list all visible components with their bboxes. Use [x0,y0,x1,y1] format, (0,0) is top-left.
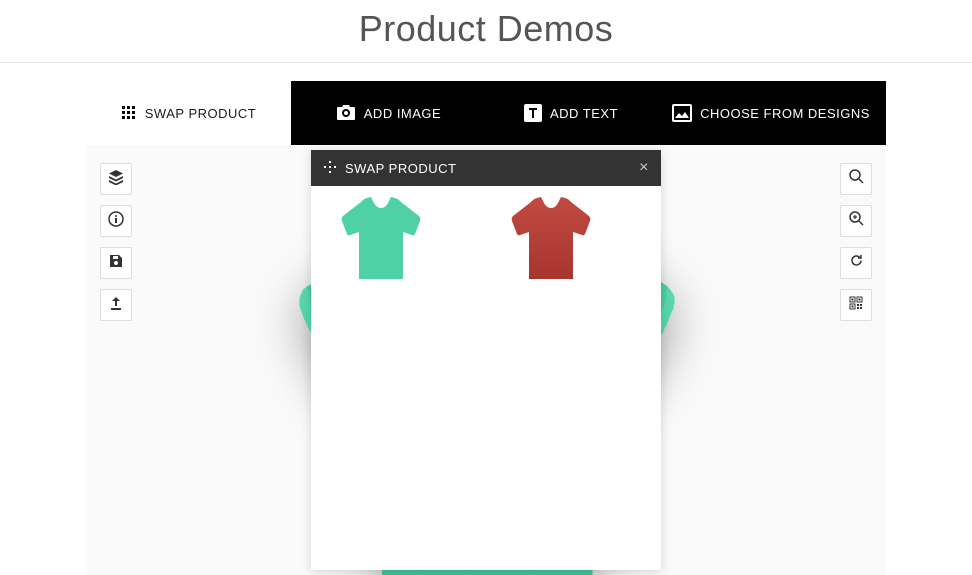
upload-button[interactable] [100,289,132,321]
zoom-in-button[interactable] [840,205,872,237]
upload-icon [109,296,123,315]
info-button[interactable] [100,205,132,237]
swap-icon [323,160,337,177]
swap-panel-body [311,186,661,297]
reset-button[interactable] [840,247,872,279]
tab-choose-designs[interactable]: CHOOSE FROM DESIGNS [656,81,886,145]
tab-label: ADD TEXT [550,106,618,121]
qr-icon [849,296,863,315]
info-icon [108,211,124,232]
swap-option-teal[interactable] [331,194,431,289]
tab-label: ADD IMAGE [364,106,441,121]
refresh-icon [849,253,864,273]
grid-icon [121,105,137,121]
save-icon [109,254,123,273]
tab-label: CHOOSE FROM DESIGNS [700,106,870,121]
magnifier-icon [849,169,864,189]
tab-label: SWAP PRODUCT [145,106,256,121]
layers-icon [108,169,124,190]
tab-swap-product[interactable]: SWAP PRODUCT [86,81,291,145]
save-button[interactable] [100,247,132,279]
magnifier-plus-icon [849,211,864,231]
page-header: Product Demos [0,0,972,63]
right-toolbar [840,163,872,321]
swap-panel-header: SWAP PRODUCT × [311,150,661,186]
text-icon [524,104,542,122]
canvas-area: SWAP PRODUCT × [86,145,886,575]
zoom-out-button[interactable] [840,163,872,195]
swap-option-red[interactable] [501,194,601,289]
layers-button[interactable] [100,163,132,195]
tab-bar: SWAP PRODUCT ADD IMAGE ADD TEXT CHOOSE F… [86,81,886,145]
left-toolbar [100,163,132,321]
designer-container: SWAP PRODUCT ADD IMAGE ADD TEXT CHOOSE F… [86,81,886,575]
image-icon [672,104,692,122]
swap-panel-title: SWAP PRODUCT [345,161,456,176]
page-title: Product Demos [0,8,972,50]
close-button[interactable]: × [639,159,649,177]
camera-icon [336,104,356,122]
tab-add-image[interactable]: ADD IMAGE [291,81,486,145]
tab-add-text[interactable]: ADD TEXT [486,81,656,145]
qr-button[interactable] [840,289,872,321]
swap-product-panel: SWAP PRODUCT × [311,150,661,570]
